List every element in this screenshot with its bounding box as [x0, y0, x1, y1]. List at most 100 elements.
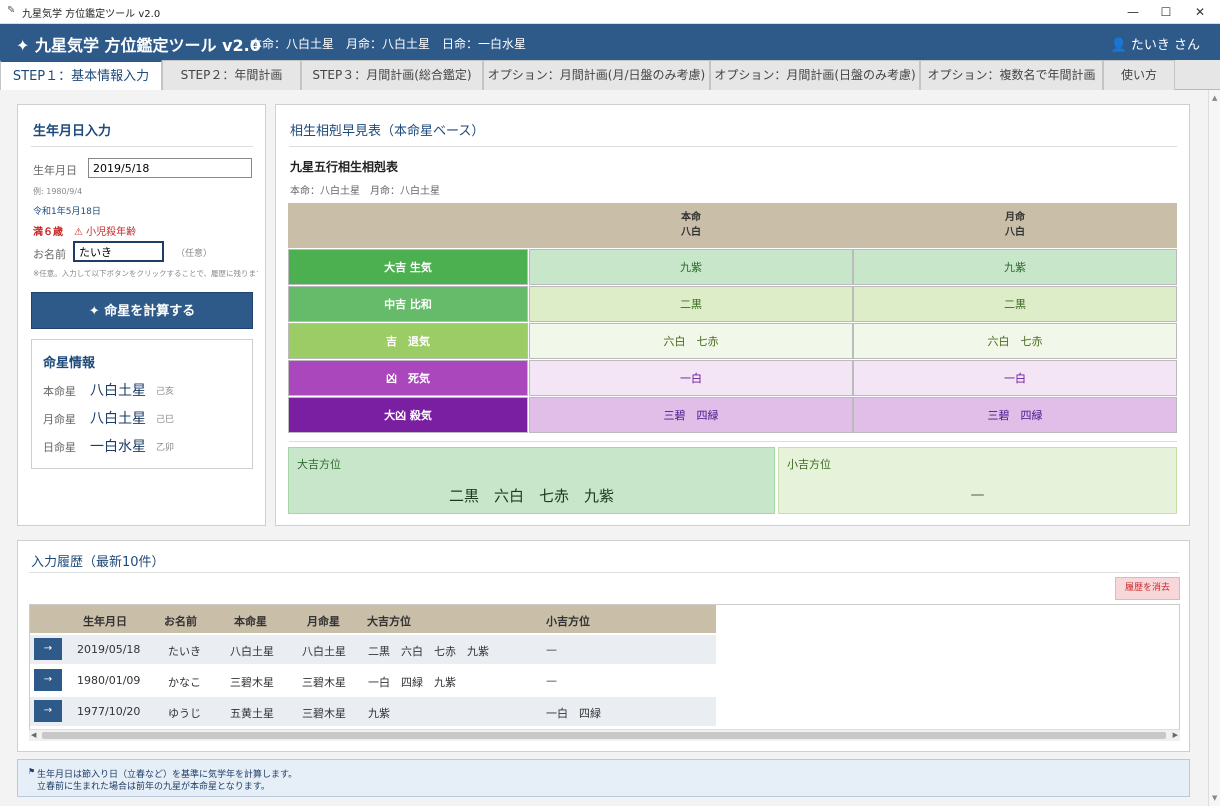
- header-star-info: 本命：八白土星 月命：八白土星 日命：一白水星: [250, 37, 527, 51]
- history-hscrollbar[interactable]: ◀ ▶: [29, 729, 1180, 741]
- compat-cell-honmei: 三碧 四緑: [529, 397, 853, 433]
- history-name: ゆうじ: [168, 707, 201, 720]
- history-title: 入力履歴（最新10件）: [31, 555, 165, 570]
- compat-row-label: 中吉 比和: [288, 286, 528, 322]
- window-title: 九星気学 方位鑑定ツール v2.0: [22, 9, 161, 20]
- tab-step3[interactable]: STEP３：月間計画(総合鑑定): [301, 60, 483, 90]
- compat-cell-honmei: 一白: [529, 360, 853, 396]
- history-name: たいき: [168, 645, 201, 658]
- compat-row-label: 大凶 殺気: [288, 397, 528, 433]
- tab-bar: STEP１：基本情報入力 STEP２：年間計画 STEP３：月間計画(総合鑑定)…: [0, 60, 1220, 91]
- age-warning: ⚠ 小児殺年齢: [74, 227, 137, 238]
- col-header-getsumei-line2: 八白: [1005, 227, 1025, 238]
- name-label: お名前: [33, 248, 66, 261]
- age-text: 満６歳: [33, 227, 63, 238]
- compat-table-title: 九星五行相生相剋表: [290, 160, 399, 174]
- birth-label: 生年月日: [33, 164, 77, 177]
- user-menu[interactable]: 👤 たいき さん: [1111, 34, 1200, 53]
- history-birth: 2019/05/18: [77, 643, 141, 656]
- compat-cell-honmei: 九紫: [529, 249, 853, 285]
- history-header-getsumei: 月命星: [307, 615, 340, 628]
- scroll-left-icon[interactable]: ◀: [31, 731, 36, 739]
- minimize-button[interactable]: —: [1118, 2, 1148, 22]
- daikichi-label: 大吉方位: [297, 458, 341, 471]
- shoukichi-label: 小吉方位: [787, 458, 831, 471]
- window-titlebar: ✎ 九星気学 方位鑑定ツール v2.0 — ☐ ✕: [0, 0, 1220, 24]
- shoukichi-value: —: [970, 487, 985, 503]
- history-daikichi: 一白 四緑 九紫: [368, 676, 456, 689]
- history-header-shoukichi: 小吉方位: [546, 615, 590, 628]
- user-icon: 👤: [1110, 38, 1127, 53]
- compat-subtitle: 本命：八白土星 月命：八白土星: [290, 186, 440, 197]
- compat-cell-honmei: 二黒: [529, 286, 853, 322]
- clear-history-button[interactable]: 履歴を消去: [1115, 577, 1180, 600]
- compat-cell-getsumei: 一白: [853, 360, 1177, 396]
- history-name: かなこ: [168, 676, 201, 689]
- load-history-button[interactable]: →: [34, 669, 62, 691]
- history-header-birth: 生年月日: [83, 615, 127, 628]
- history-header-honmei: 本命星: [234, 615, 267, 628]
- tab-option-month-day[interactable]: オプション：月間計画(月/日盤のみ考慮): [483, 60, 710, 90]
- birth-date-input[interactable]: [88, 158, 252, 178]
- history-shoukichi: —: [546, 674, 557, 687]
- scroll-right-icon[interactable]: ▶: [1173, 731, 1178, 739]
- history-note: ※任意。入力して以下ボタンをクリックすることで、履歴に残ります。: [33, 269, 258, 278]
- honmei-kan: 己亥: [156, 387, 175, 397]
- app-title: ✦ 九星気学 方位鑑定ツール v2.0: [16, 36, 261, 55]
- tab-option-multi[interactable]: オプション：複数名で年間計画: [920, 60, 1103, 90]
- scroll-down-icon[interactable]: ▼: [1212, 794, 1217, 802]
- compat-cell-getsumei: 三碧 四緑: [853, 397, 1177, 433]
- tab-option-day[interactable]: オプション：月間計画(日盤のみ考慮): [710, 60, 920, 90]
- calculate-button[interactable]: ✦ 命星を計算する: [31, 292, 253, 329]
- col-header-getsumei-line1: 月命: [1005, 212, 1025, 223]
- birth-example: 例: 1980/9/4: [33, 187, 83, 196]
- flag-icon: ⚑: [28, 767, 36, 776]
- compat-row-label: 凶 死気: [288, 360, 528, 396]
- maximize-button[interactable]: ☐: [1151, 2, 1181, 22]
- daikichi-value: 二黒 六白 七赤 九紫: [448, 487, 614, 505]
- optional-label: （任意）: [176, 249, 213, 259]
- history-shoukichi: 一白 四緑: [546, 707, 601, 720]
- col-header-honmei: 本命 八白: [529, 210, 853, 240]
- close-button[interactable]: ✕: [1185, 2, 1215, 22]
- history-header-daikichi: 大吉方位: [367, 615, 411, 628]
- scroll-up-icon[interactable]: ▲: [1212, 94, 1217, 102]
- scroll-thumb[interactable]: [42, 732, 1166, 739]
- star-info-title: 命星情報: [43, 356, 96, 371]
- load-history-button[interactable]: →: [34, 700, 62, 722]
- col-header-honmei-line1: 本命: [681, 212, 701, 223]
- compat-cell-honmei: 六白 七赤: [529, 323, 853, 359]
- feather-icon: ✎: [7, 5, 16, 16]
- divider: [289, 146, 1177, 147]
- divider: [289, 441, 1177, 442]
- col-header-honmei-line2: 八白: [681, 227, 701, 238]
- history-getsumei: 八白土星: [302, 645, 346, 658]
- tab-help[interactable]: 使い方: [1103, 60, 1175, 90]
- history-daikichi: 二黒 六白 七赤 九紫: [368, 645, 489, 658]
- history-birth: 1977/10/20: [77, 705, 141, 718]
- compat-cell-getsumei: 九紫: [853, 249, 1177, 285]
- getsumei-kan: 己巳: [156, 415, 175, 425]
- tab-step1[interactable]: STEP１：基本情報入力: [0, 60, 162, 91]
- compat-cell-getsumei: 六白 七赤: [853, 323, 1177, 359]
- tab-step2[interactable]: STEP２：年間計画: [162, 60, 301, 90]
- name-input[interactable]: [73, 241, 164, 262]
- nichimei-label: 日命星: [43, 441, 76, 454]
- compat-row-label: 吉 退気: [288, 323, 528, 359]
- user-name: たいき さん: [1130, 38, 1200, 53]
- compat-cell-getsumei: 二黒: [853, 286, 1177, 322]
- history-birth: 1980/01/09: [77, 674, 141, 687]
- app-header: ✦ 九星気学 方位鑑定ツール v2.0 本命：八白土星 月命：八白土星 日命：一…: [0, 24, 1220, 60]
- vertical-scrollbar[interactable]: ▲ ▼: [1208, 90, 1220, 806]
- history-getsumei: 三碧木星: [302, 707, 346, 720]
- divider: [29, 572, 1179, 573]
- col-header-getsumei: 月命 八白: [853, 210, 1177, 240]
- shoukichi-box: [778, 447, 1177, 514]
- load-history-button[interactable]: →: [34, 638, 62, 660]
- history-honmei: 三碧木星: [230, 676, 274, 689]
- history-header-name: お名前: [164, 615, 197, 628]
- compat-title: 相生相剋早見表（本命星ベース）: [290, 124, 485, 139]
- history-getsumei: 三碧木星: [302, 676, 346, 689]
- honmei-value: 八白土星: [90, 383, 146, 399]
- wareki-date: 令和1年5月18日: [33, 207, 101, 217]
